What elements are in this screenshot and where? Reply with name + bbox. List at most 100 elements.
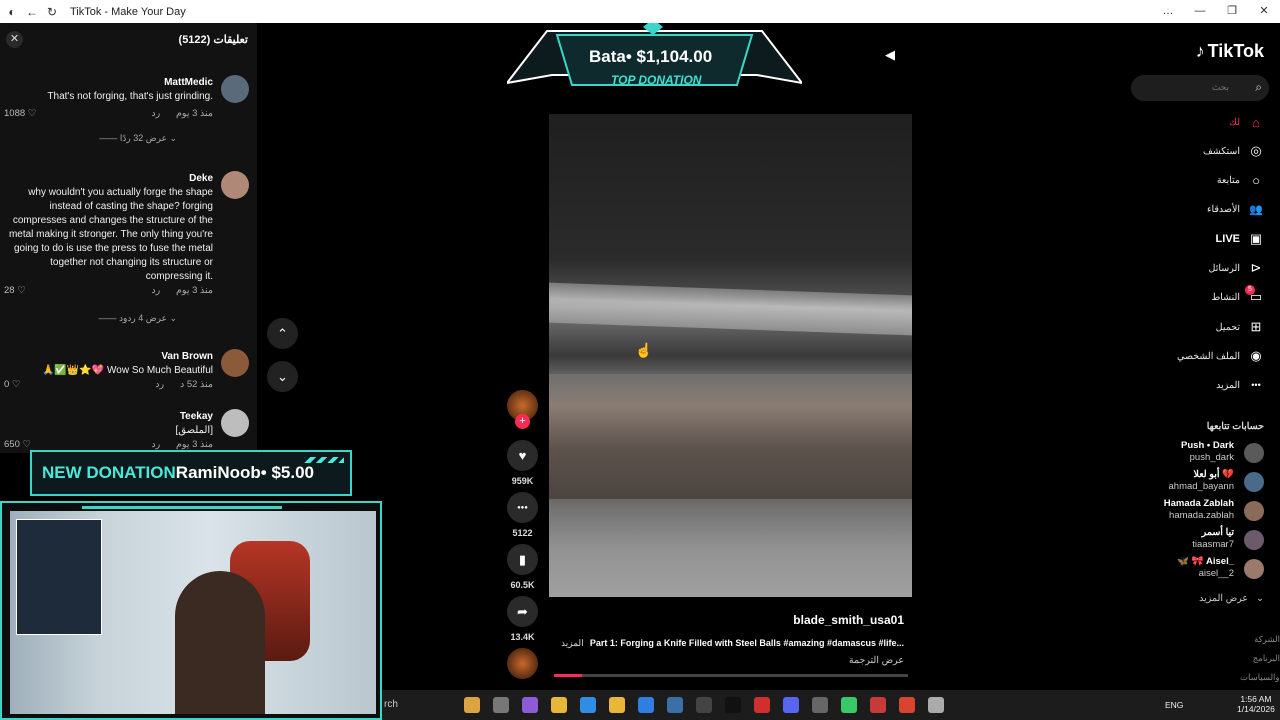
bookmark-icon[interactable]: ▮ [507, 544, 538, 575]
language-indicator[interactable]: ENG [1165, 700, 1183, 710]
close-window-button[interactable]: ✕ [1248, 0, 1280, 23]
avatar[interactable] [221, 409, 249, 437]
search-input[interactable]: بحث ⌕ [1131, 75, 1269, 101]
comment-author[interactable]: Deke [189, 173, 213, 184]
followed-account[interactable]: تيا أسمر tiaasmar7 [1134, 527, 1264, 553]
comments-panel: ✕ تعليقات (5122) MattMedic That's not fo… [0, 23, 257, 453]
taskbar-app-icon[interactable] [870, 697, 886, 713]
reply-button[interactable]: رد [151, 439, 160, 450]
heart-icon[interactable]: ♥ [507, 440, 538, 471]
comment-time: منذ 3 يوم [176, 285, 213, 296]
like-action[interactable]: ♥ 959K [507, 440, 538, 486]
footer-link[interactable]: الشروط والسياسات [1240, 672, 1280, 683]
taskbar-app-icon[interactable] [783, 697, 799, 713]
like-count-value: 1088 [4, 108, 26, 119]
taskbar-app-icon[interactable] [551, 697, 567, 713]
comments-header: ✕ تعليقات (5122) [0, 23, 257, 57]
webcam-poster [16, 519, 102, 635]
sidebar-item-for-you[interactable]: لك ⌂ [1229, 112, 1264, 132]
comments-title: تعليقات (5122) [178, 34, 248, 46]
sidebar-item-explore[interactable]: استكشف ◎ [1203, 141, 1264, 161]
more-button[interactable]: المزيد [561, 638, 584, 649]
sidebar-item-friends[interactable]: الأصدقاء 👥 [1207, 199, 1264, 219]
sidebar-item-more[interactable]: المزيد ••• [1216, 375, 1264, 395]
like-count[interactable]: 0 ♡ [4, 379, 20, 390]
volume-icon[interactable]: ◀ [885, 47, 899, 62]
taskbar-clock[interactable]: 1:56 AM 1/14/2026 [1237, 694, 1275, 714]
new-donation-amount: RamiNoob• $5.00 [175, 463, 315, 482]
taskbar-app-icon[interactable] [812, 697, 828, 713]
taskbar-app-icon[interactable] [696, 697, 712, 713]
comment-action[interactable]: ●●● 5122 [507, 492, 538, 538]
taskbar-search[interactable]: rch [384, 699, 398, 710]
see-more-button[interactable]: عرض المزيد ⌄ [1199, 593, 1264, 604]
new-donation-text: NEW DONATIONRamiNoob• $5.00 [42, 463, 314, 483]
sidebar-item-messages[interactable]: الرسائل ⊳ [1209, 258, 1264, 278]
taskbar-app-icon[interactable] [522, 697, 538, 713]
followed-account[interactable]: أبو لعلا 💔 ahmad_bayann [1134, 469, 1264, 495]
next-video-button[interactable]: ⌄ [267, 361, 298, 392]
taskbar-app-icon[interactable] [841, 697, 857, 713]
previous-video-button[interactable]: ⌃ [267, 318, 298, 349]
avatar[interactable] [221, 171, 249, 199]
taskbar-app-icon[interactable] [464, 697, 480, 713]
follow-plus-icon[interactable]: + [515, 414, 530, 429]
view-replies-button[interactable]: —— عرض 32 ردًا ⌄ [99, 133, 177, 144]
sidebar-item-profile[interactable]: الملف الشخصي ◉ [1177, 346, 1264, 366]
share-icon[interactable]: ➦ [507, 596, 538, 627]
minimize-button[interactable]: — [1184, 0, 1216, 23]
reply-button[interactable]: رد [151, 285, 160, 296]
footer-link[interactable]: البرنامج [1240, 653, 1280, 664]
followed-account[interactable]: Push • Dark push_dark [1134, 440, 1264, 466]
tiktok-logo[interactable]: ♪ TikTok [1196, 41, 1264, 62]
close-icon[interactable]: ✕ [6, 31, 23, 48]
taskbar-app-icon[interactable] [667, 697, 683, 713]
reply-button[interactable]: رد [155, 379, 164, 390]
comment-text: why wouldn't you actually forge the shap… [8, 187, 213, 282]
account-name: Hamada Zablah [1163, 498, 1234, 509]
comment-meta: منذ 3 يوم رد [151, 439, 213, 450]
like-count[interactable]: 28 ♡ [4, 285, 26, 296]
reload-icon[interactable]: ↻ [44, 4, 60, 20]
taskbar: rch ENG 1:56 AM 1/14/2026 [382, 690, 1280, 720]
sidebar-item-following[interactable]: متابعة ○ [1217, 170, 1264, 190]
like-count[interactable]: 650 ♡ [4, 439, 31, 450]
avatar[interactable] [221, 349, 249, 377]
taskbar-app-icon[interactable] [609, 697, 625, 713]
comment-author[interactable]: Van Brown [161, 351, 213, 362]
share-action[interactable]: ➦ 13.4K [507, 596, 538, 642]
comment-author[interactable]: MattMedic [164, 77, 213, 88]
taskbar-app-icon[interactable] [580, 697, 596, 713]
taskbar-app-icon[interactable] [725, 697, 741, 713]
comment-author[interactable]: Teekay [180, 411, 213, 422]
video-progress-bar[interactable] [554, 674, 908, 677]
sidebar-item-live[interactable]: LIVE ▣ [1216, 229, 1264, 249]
taskbar-app-icon[interactable] [493, 697, 509, 713]
comment-text: That's not forging, that's just grinding… [47, 91, 213, 102]
translate-button[interactable]: عرض الترجمة [849, 655, 904, 666]
menu-dots-icon[interactable]: … [1152, 0, 1184, 23]
maximize-button[interactable]: ❐ [1216, 0, 1248, 23]
view-replies-button[interactable]: —— عرض 4 ردود ⌄ [98, 313, 177, 324]
video-player[interactable] [549, 114, 912, 597]
account-handle: push_dark [1189, 452, 1234, 463]
reply-button[interactable]: رد [151, 108, 160, 119]
taskbar-app-icon[interactable] [638, 697, 654, 713]
taskbar-app-icon[interactable] [754, 697, 770, 713]
like-count: 959K [511, 476, 534, 486]
back-icon[interactable]: ← [24, 4, 40, 20]
footer-link[interactable]: الشركة [1240, 634, 1280, 645]
bookmark-action[interactable]: ▮ 60.5K [507, 544, 538, 590]
sidebar-item-upload[interactable]: تحميل ⊞ [1216, 317, 1264, 337]
followed-account[interactable]: 🦋 🎀 Aisel_ aisel__2 [1134, 556, 1264, 582]
taskbar-app-icon[interactable] [928, 697, 944, 713]
taskbar-app-icon[interactable] [899, 697, 915, 713]
avatar[interactable] [221, 75, 249, 103]
video-author[interactable]: blade_smith_usa01 [793, 613, 904, 627]
followed-account[interactable]: Hamada Zablah hamada.zablah [1134, 498, 1264, 524]
sidebar-item-activity[interactable]: النشاط ▭ 5 [1211, 285, 1264, 307]
music-disc-icon[interactable] [507, 648, 538, 679]
comment-icon[interactable]: ●●● [507, 492, 538, 523]
search-icon[interactable]: ⌕ [1255, 80, 1262, 95]
like-count[interactable]: 1088 ♡ [4, 108, 36, 119]
